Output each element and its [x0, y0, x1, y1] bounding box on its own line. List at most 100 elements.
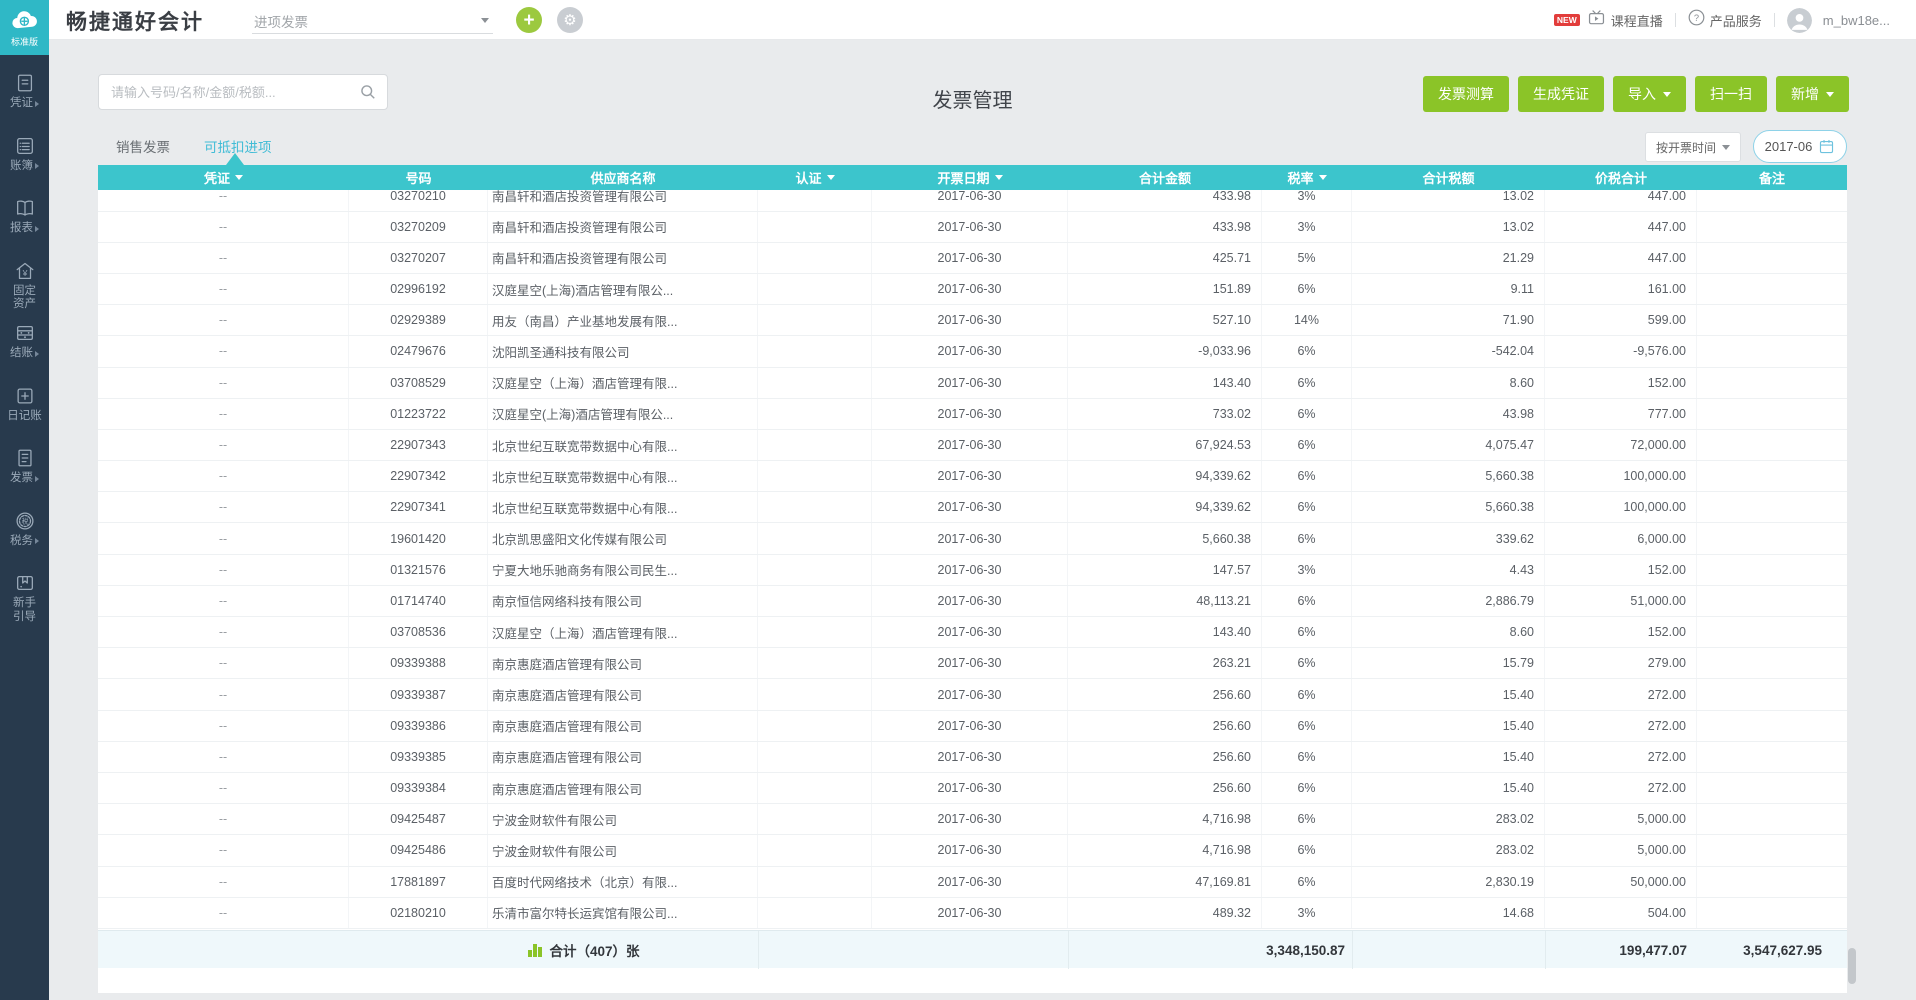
- cell-auth: [758, 399, 872, 429]
- cell-amount: 67,924.53: [1068, 430, 1262, 460]
- table-row[interactable]: --09425486宁波金财软件有限公司2017-06-304,716.986%…: [98, 835, 1847, 866]
- cell-tax-amount: 8.60: [1352, 368, 1545, 398]
- column-header-auth[interactable]: 认证: [758, 165, 872, 190]
- sidebar-item-fixed-assets[interactable]: ¥固定资产: [0, 260, 49, 323]
- cell-remark: [1697, 835, 1847, 865]
- vertical-scrollbar-thumb[interactable]: [1848, 948, 1856, 984]
- cell-tax-amount: 4,075.47: [1352, 430, 1545, 460]
- cell-remark: [1697, 190, 1847, 211]
- table-row[interactable]: --02180210乐清市富尔特长运宾馆有限公司...2017-06-30489…: [98, 898, 1847, 929]
- cell-amount: 5,660.38: [1068, 523, 1262, 553]
- cell-number: 19601420: [349, 523, 488, 553]
- cell-tax-rate: 6%: [1262, 742, 1352, 772]
- cell-tax-rate: 3%: [1262, 898, 1352, 928]
- sidebar-item-closing[interactable]: 结账: [0, 322, 49, 385]
- import-button[interactable]: 导入: [1613, 76, 1686, 112]
- button-label: 扫一扫: [1710, 84, 1752, 104]
- invoice-calc-button[interactable]: 发票测算: [1423, 76, 1509, 112]
- scan-button[interactable]: 扫一扫: [1695, 76, 1767, 112]
- generate-voucher-button[interactable]: 生成凭证: [1518, 76, 1604, 112]
- app-title: 畅捷通好会计: [66, 6, 204, 36]
- table-row[interactable]: --02929389用友（南昌）产业基地发展有限...2017-06-30527…: [98, 305, 1847, 336]
- cell-tax-rate: 6%: [1262, 617, 1352, 647]
- table-row[interactable]: --01321576宁夏大地乐驰商务有限公司民生...2017-06-30147…: [98, 555, 1847, 586]
- invoice-icon: [14, 447, 36, 469]
- table-row[interactable]: --03270210南昌轩和酒店投资管理有限公司2017-06-30433.98…: [98, 190, 1847, 212]
- column-header-invoice-date[interactable]: 开票日期: [872, 165, 1068, 190]
- cell-supplier: 宁波金财软件有限公司: [488, 804, 758, 834]
- footer-total-with-tax: 3,547,627.95: [1672, 931, 1822, 969]
- sidebar-item-report[interactable]: 报表: [0, 197, 49, 260]
- product-service-link[interactable]: ? 产品服务: [1688, 9, 1762, 31]
- table-row[interactable]: --19601420北京凯思盛阳文化传媒有限公司2017-06-305,660.…: [98, 523, 1847, 554]
- cell-auth: [758, 586, 872, 616]
- cell-total-with-tax: 6,000.00: [1545, 523, 1697, 553]
- cell-remark: [1697, 773, 1847, 803]
- column-header-voucher[interactable]: 凭证: [98, 165, 349, 190]
- cell-total-with-tax: 272.00: [1545, 773, 1697, 803]
- cell-amount: 433.98: [1068, 212, 1262, 242]
- table-row[interactable]: --02996192汉庭星空(上海)酒店管理有限公...2017-06-3015…: [98, 274, 1847, 305]
- sidebar-item-invoice[interactable]: 发票: [0, 447, 49, 510]
- cell-number: 03270209: [349, 212, 488, 242]
- cell-supplier: 南昌轩和酒店投资管理有限公司: [488, 190, 758, 211]
- add-button[interactable]: 新增: [1776, 76, 1849, 112]
- cell-number: 01714740: [349, 586, 488, 616]
- table-row[interactable]: --09425487宁波金财软件有限公司2017-06-304,716.986%…: [98, 804, 1847, 835]
- cell-tax-amount: 15.79: [1352, 648, 1545, 678]
- table-row[interactable]: --22907341北京世纪互联宽带数据中心有限...2017-06-3094,…: [98, 492, 1847, 523]
- quick-add-button[interactable]: +: [516, 7, 542, 33]
- table-row[interactable]: --02479676沈阳凯圣通科技有限公司2017-06-30-9,033.96…: [98, 336, 1847, 367]
- cell-total-with-tax: 447.00: [1545, 243, 1697, 273]
- app-logo[interactable]: 标准版: [0, 0, 49, 55]
- table-row[interactable]: --01223722汉庭星空(上海)酒店管理有限公...2017-06-3073…: [98, 399, 1847, 430]
- table-row[interactable]: --09339386南京惠庭酒店管理有限公司2017-06-30256.606%…: [98, 711, 1847, 742]
- cell-date: 2017-06-30: [872, 679, 1068, 709]
- cell-supplier: 北京世纪互联宽带数据中心有限...: [488, 461, 758, 491]
- table-row[interactable]: --03708529汉庭星空（上海）酒店管理有限...2017-06-30143…: [98, 368, 1847, 399]
- module-select-dropdown[interactable]: 进项发票: [252, 8, 493, 34]
- cell-date: 2017-06-30: [872, 492, 1068, 522]
- cell-amount: 263.21: [1068, 648, 1262, 678]
- cell-remark: [1697, 617, 1847, 647]
- sidebar-item-tax[interactable]: 税税务: [0, 510, 49, 573]
- table-row[interactable]: --09339388南京惠庭酒店管理有限公司2017-06-30263.216%…: [98, 648, 1847, 679]
- cell-number: 22907343: [349, 430, 488, 460]
- user-menu[interactable]: m_bw18e...: [1787, 8, 1890, 33]
- table-row[interactable]: --03270207南昌轩和酒店投资管理有限公司2017-06-30425.71…: [98, 243, 1847, 274]
- cell-supplier: 北京世纪互联宽带数据中心有限...: [488, 430, 758, 460]
- cell-total-with-tax: 272.00: [1545, 679, 1697, 709]
- table-row[interactable]: --22907342北京世纪互联宽带数据中心有限...2017-06-3094,…: [98, 461, 1847, 492]
- button-label: 导入: [1628, 84, 1656, 104]
- live-course-link[interactable]: NEW 课程直播: [1554, 9, 1663, 31]
- sidebar-item-guide[interactable]: 新手引导: [0, 572, 49, 635]
- svg-text:¥: ¥: [21, 267, 27, 277]
- chevron-right-icon: [35, 101, 39, 107]
- table-row[interactable]: --03708536汉庭星空（上海）酒店管理有限...2017-06-30143…: [98, 617, 1847, 648]
- cell-supplier: 南昌轩和酒店投资管理有限公司: [488, 243, 758, 273]
- sidebar-item-voucher[interactable]: 凭证: [0, 72, 49, 135]
- table-row[interactable]: --09339387南京惠庭酒店管理有限公司2017-06-30256.606%…: [98, 679, 1847, 710]
- table-row[interactable]: --17881897百度时代网络技术（北京）有限...2017-06-3047,…: [98, 867, 1847, 898]
- sort-by-dropdown[interactable]: 按开票时间: [1645, 132, 1741, 162]
- cell-number: 03708529: [349, 368, 488, 398]
- cell-date: 2017-06-30: [872, 586, 1068, 616]
- cell-auth: [758, 835, 872, 865]
- table-row[interactable]: --09339384南京惠庭酒店管理有限公司2017-06-30256.606%…: [98, 773, 1847, 804]
- cell-voucher: --: [98, 586, 349, 616]
- period-picker[interactable]: 2017-06: [1753, 130, 1847, 163]
- sidebar-item-ledger[interactable]: 账簿: [0, 135, 49, 198]
- cell-remark: [1697, 305, 1847, 335]
- table-row[interactable]: --22907343北京世纪互联宽带数据中心有限...2017-06-3067,…: [98, 430, 1847, 461]
- cell-total-with-tax: 279.00: [1545, 648, 1697, 678]
- table-row[interactable]: --01714740南京恒信网络科技有限公司2017-06-3048,113.2…: [98, 586, 1847, 617]
- table-row[interactable]: --09339385南京惠庭酒店管理有限公司2017-06-30256.606%…: [98, 742, 1847, 773]
- sidebar-item-journal[interactable]: 日记账: [0, 385, 49, 448]
- button-label: 发票测算: [1438, 84, 1494, 104]
- table-row[interactable]: --03270209南昌轩和酒店投资管理有限公司2017-06-30433.98…: [98, 212, 1847, 243]
- column-header-tax-rate[interactable]: 税率: [1262, 165, 1352, 190]
- cell-date: 2017-06-30: [872, 212, 1068, 242]
- settings-button[interactable]: ⚙: [557, 7, 583, 33]
- tab-sales-invoice[interactable]: 销售发票: [116, 136, 170, 156]
- footer-divider: [1352, 931, 1353, 969]
